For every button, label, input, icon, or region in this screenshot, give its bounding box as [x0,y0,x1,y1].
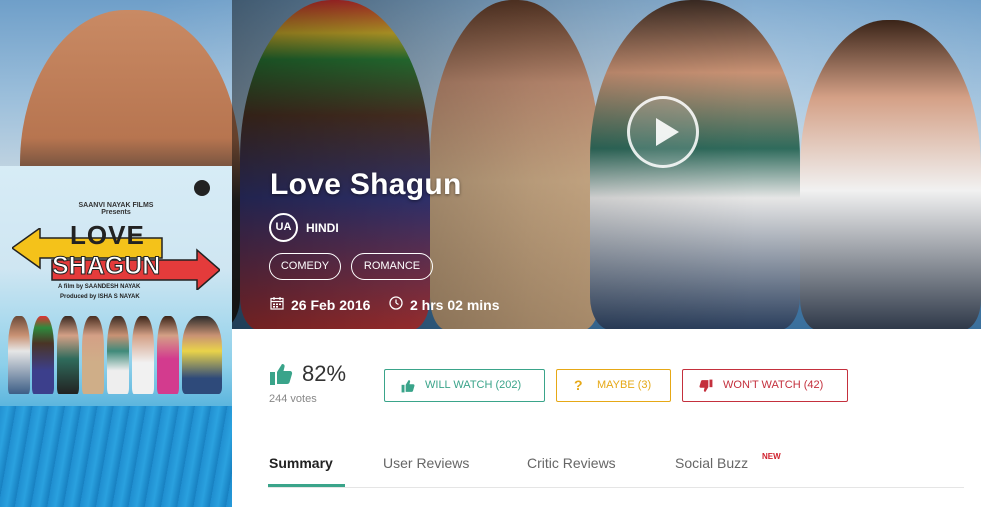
studio-logo [194,180,210,196]
poster-cast-figure [132,316,154,394]
thumbs-down-icon [699,379,713,392]
play-icon [656,118,679,146]
clock-icon [389,296,403,310]
vote-count: 244 votes [269,393,317,405]
poster-producer-credit: Produced by ISHA S NAYAK [60,294,140,300]
thumbs-up-icon [270,364,293,385]
poster-cast-figure [107,316,129,394]
poster-title-love: LOVE [70,220,145,250]
tab-social-buzz[interactable]: Social Buzz [675,455,748,471]
poster-cast-figure [157,316,179,394]
poster-cast-figure [82,316,104,394]
rating-percent: 82% [302,361,347,386]
tab-divider [268,487,964,488]
movie-title: Love Shagun [270,168,462,201]
poster-cast-figure [182,316,222,394]
poster-director-credit: A film by SAANDESH NAYAK [58,284,141,290]
movie-poster[interactable]: SAANVI NAYAK FILMS Presents LOVE SHAGUN … [0,166,232,507]
maybe-label: MAYBE (3) [597,379,652,391]
play-trailer-button[interactable] [627,96,699,168]
tab-summary[interactable]: Summary [269,455,333,471]
poster-cast-figure [32,316,54,394]
poster-cast-figure [8,316,30,394]
calendar-icon [270,297,284,310]
certification-badge: UA [269,213,298,242]
question-icon: ? [574,377,583,393]
poster-pool-water [0,406,232,507]
thumbs-up-icon [401,380,415,393]
tab-critic-reviews[interactable]: Critic Reviews [527,455,616,471]
will-watch-label: WILL WATCH (202) [425,379,522,391]
genre-tag-comedy[interactable]: COMEDY [269,253,341,280]
new-badge: NEW [762,452,781,461]
genre-tag-romance[interactable]: ROMANCE [351,253,433,280]
wont-watch-label: WON'T WATCH (42) [723,379,824,391]
poster-title-shagun: SHAGUN [51,252,161,281]
wont-watch-button[interactable]: WON'T WATCH (42) [682,369,848,402]
duration: 2 hrs 02 mins [410,297,500,313]
release-date: 26 Feb 2016 [291,297,371,313]
poster-presents: Presents [101,209,131,216]
tab-user-reviews[interactable]: User Reviews [383,455,469,471]
will-watch-button[interactable]: WILL WATCH (202) [384,369,545,402]
poster-presenter: SAANVI NAYAK FILMS [78,202,154,209]
maybe-button[interactable]: ? MAYBE (3) [556,369,671,402]
movie-detail-page: Love Shagun UA HINDI COMEDY ROMANCE 26 F… [0,0,981,507]
language-label: HINDI [306,221,339,235]
poster-cast-figure [57,316,79,394]
